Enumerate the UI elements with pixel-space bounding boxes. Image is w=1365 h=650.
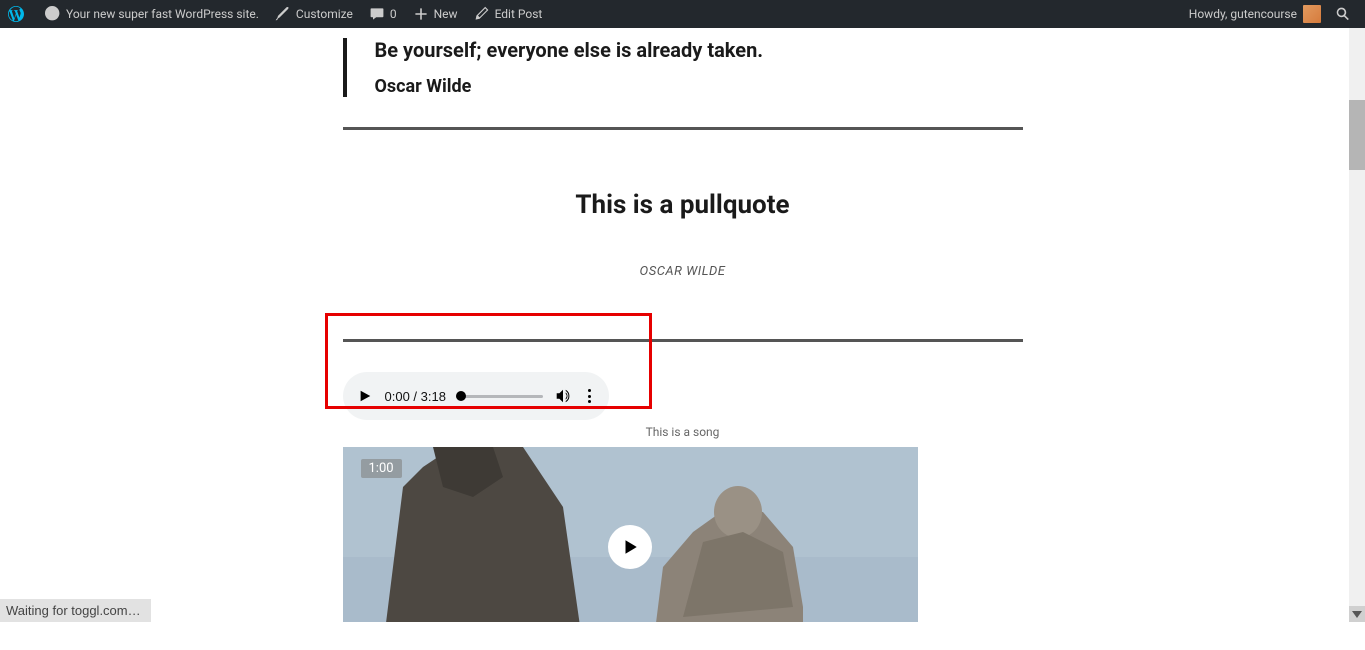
page-content: Be yourself; everyone else is already ta… <box>0 28 1365 622</box>
comment-icon <box>369 6 385 22</box>
avatar <box>1303 5 1321 23</box>
site-name-text: Your new super fast WordPress site. <box>66 7 259 21</box>
video-play-button[interactable] <box>608 525 652 569</box>
video-block[interactable]: 1:00 <box>343 447 918 622</box>
dot-icon <box>588 389 591 392</box>
pullquote-block: This is a pullquote OSCAR WILDE <box>343 127 1023 342</box>
dashboard-icon <box>45 6 61 22</box>
quote-text: Be yourself; everyone else is already ta… <box>375 38 1023 62</box>
dot-icon <box>588 395 591 398</box>
greeting-text: Howdy, gutencourse <box>1189 7 1297 21</box>
customize-link[interactable]: Customize <box>267 0 361 28</box>
pencil-icon <box>474 6 490 22</box>
audio-more-button[interactable] <box>583 386 597 406</box>
brush-icon <box>275 6 291 22</box>
audio-block: 0:00 / 3:18 <box>343 352 1023 425</box>
vertical-scrollbar[interactable] <box>1349 0 1365 622</box>
wp-logo-menu[interactable] <box>0 0 37 28</box>
site-name-link[interactable]: Your new super fast WordPress site. <box>37 0 267 28</box>
play-icon <box>621 538 639 556</box>
comments-count: 0 <box>390 7 397 21</box>
audio-play-button[interactable] <box>355 386 375 406</box>
chevron-down-icon <box>1352 611 1362 618</box>
edit-post-link[interactable]: Edit Post <box>466 0 551 28</box>
plus-icon <box>413 6 429 22</box>
video-duration-badge: 1:00 <box>361 459 402 478</box>
volume-icon <box>554 387 572 405</box>
audio-seek-thumb[interactable] <box>456 391 466 401</box>
play-icon <box>358 389 372 403</box>
content-area: Be yourself; everyone else is already ta… <box>343 28 1023 622</box>
audio-volume-button[interactable] <box>553 386 573 406</box>
audio-time-display: 0:00 / 3:18 <box>385 389 446 404</box>
edit-post-label: Edit Post <box>495 7 543 21</box>
scrollbar-thumb[interactable] <box>1349 100 1365 170</box>
admin-bar-left: Your new super fast WordPress site. Cust… <box>0 0 1181 28</box>
audio-player: 0:00 / 3:18 <box>343 372 609 420</box>
audio-caption: This is a song <box>343 425 1023 439</box>
audio-seek-bar[interactable] <box>456 395 543 398</box>
admin-bar-right: Howdy, gutencourse <box>1181 0 1365 28</box>
customize-label: Customize <box>296 7 353 21</box>
browser-status-bar: Waiting for toggl.com… <box>0 599 151 622</box>
pullquote-citation: OSCAR WILDE <box>640 264 726 279</box>
wp-admin-bar: Your new super fast WordPress site. Cust… <box>0 0 1365 28</box>
scrollbar-down-button[interactable] <box>1349 606 1365 622</box>
new-label: New <box>434 7 458 21</box>
quote-block: Be yourself; everyone else is already ta… <box>343 38 1023 97</box>
pullquote-text: This is a pullquote <box>363 190 1003 220</box>
wordpress-icon <box>8 6 24 22</box>
comments-link[interactable]: 0 <box>361 0 405 28</box>
quote-citation: Oscar Wilde <box>375 76 1023 97</box>
search-icon <box>1335 6 1351 22</box>
new-content-link[interactable]: New <box>405 0 466 28</box>
search-toggle[interactable] <box>1329 0 1357 28</box>
account-link[interactable]: Howdy, gutencourse <box>1181 0 1329 28</box>
dot-icon <box>588 400 591 403</box>
